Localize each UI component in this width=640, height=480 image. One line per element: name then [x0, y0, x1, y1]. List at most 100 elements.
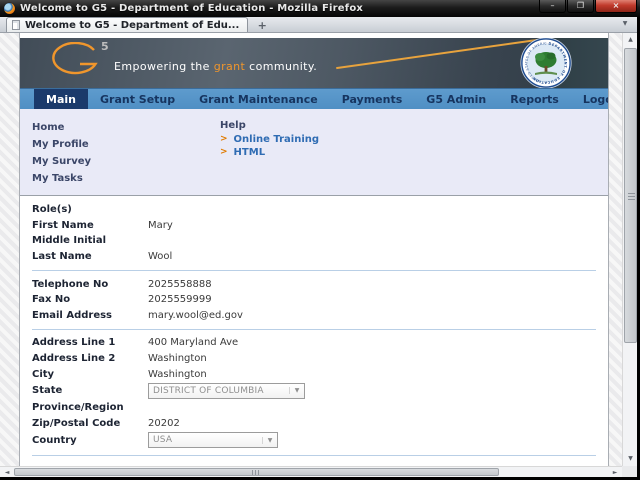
help-link-html[interactable]: > HTML — [220, 146, 319, 159]
nav-item-grant-maintenance[interactable]: Grant Maintenance — [187, 89, 330, 109]
active-tab[interactable]: Welcome to G5 - Department of Edu... — [6, 17, 248, 32]
field-label: Country — [32, 435, 148, 446]
field-value: 2025559999 — [148, 294, 212, 305]
window-title: Welcome to G5 - Department of Education … — [20, 3, 363, 14]
field-label: Address Line 2 — [32, 353, 148, 364]
menu-item-my-tasks[interactable]: My Tasks — [32, 170, 91, 187]
field-value: mary.wool@ed.gov — [148, 310, 243, 321]
new-tab-button[interactable]: + — [252, 19, 272, 31]
nav-item-reports[interactable]: Reports — [498, 89, 571, 109]
form-row-city: City Washington — [20, 366, 608, 382]
field-label: Zip/Postal Code — [32, 418, 148, 429]
vertical-scroll-thumb[interactable] — [624, 48, 637, 343]
page-viewport: 5 Empowering the grant community. DEPART… — [0, 33, 622, 466]
field-label: Last Name — [32, 251, 148, 262]
g5-banner: 5 Empowering the grant community. DEPART… — [20, 38, 608, 88]
main-navigation: Main Grant Setup Grant Maintenance Payme… — [20, 88, 608, 109]
html-link: HTML — [234, 146, 266, 159]
vertical-scrollbar[interactable]: ▲ ▼ — [622, 33, 637, 466]
browser-window: Welcome to G5 - Department of Education … — [0, 0, 640, 480]
g5-logo — [50, 42, 102, 80]
menu-panel: Home My Profile My Survey My Tasks Help … — [20, 109, 608, 196]
field-value: 2025558888 — [148, 279, 212, 290]
scroll-grip — [252, 470, 261, 475]
section-divider — [32, 329, 596, 330]
state-select[interactable]: DISTRICT OF COLUMBIA ▼ — [148, 383, 305, 399]
country-select-value: USA — [149, 435, 262, 445]
field-label: Role(s) — [32, 204, 148, 215]
form-row-address2: Address Line 2 Washington — [20, 351, 608, 367]
field-label: Address Line 1 — [32, 337, 148, 348]
scroll-right-icon[interactable]: ► — [608, 467, 622, 478]
field-label: State — [32, 385, 148, 396]
form-row-address1: Address Line 1 400 Maryland Ave — [20, 335, 608, 351]
field-label: Province/Region — [32, 402, 148, 413]
state-select-value: DISTRICT OF COLUMBIA — [149, 386, 289, 396]
field-value: 400 Maryland Ave — [148, 337, 238, 348]
field-value: Washington — [148, 353, 207, 364]
minimize-button[interactable]: – — [539, 0, 566, 13]
field-label: Middle Initial — [32, 235, 148, 246]
window-controls: – ❐ × — [538, 0, 637, 13]
field-label: Telephone No — [32, 279, 148, 290]
form-row-fax: Fax No 2025559999 — [20, 292, 608, 308]
form-row-zip: Zip/Postal Code 20202 — [20, 416, 608, 432]
nav-item-g5-admin[interactable]: G5 Admin — [414, 89, 498, 109]
form-row-email: Email Address mary.wool@ed.gov — [20, 308, 608, 324]
tagline-prefix: Empowering the — [114, 60, 214, 73]
chevron-down-icon: ▼ — [289, 387, 304, 394]
form-row-telephone: Telephone No 2025558888 — [20, 276, 608, 292]
chevron-down-icon: ▼ — [262, 437, 277, 444]
help-heading: Help — [220, 119, 319, 133]
title-bar: Welcome to G5 - Department of Education … — [0, 0, 640, 17]
profile-form: Role(s) First Name Mary Middle Initial L… — [20, 196, 608, 456]
maximize-button[interactable]: ❐ — [567, 0, 594, 13]
help-link-online-training[interactable]: > Online Training — [220, 133, 319, 146]
arrow-bullet-icon: > — [220, 146, 228, 159]
menu-item-my-profile[interactable]: My Profile — [32, 136, 91, 153]
menu-item-my-survey[interactable]: My Survey — [32, 153, 91, 170]
country-select[interactable]: USA ▼ — [148, 432, 278, 448]
form-row-country: Country USA ▼ — [20, 431, 608, 449]
scroll-down-icon[interactable]: ▼ — [623, 452, 638, 466]
department-of-education-seal-icon: DEPARTMENT OF EDUCATION UNITED STATES OF… — [520, 38, 572, 88]
form-row-province: Province/Region — [20, 400, 608, 416]
scroll-grip — [628, 192, 635, 200]
form-row-state: State DISTRICT OF COLUMBIA ▼ — [20, 382, 608, 400]
form-row-roles: Role(s) — [20, 202, 608, 218]
online-training-link: Online Training — [234, 133, 320, 146]
menu-item-home[interactable]: Home — [32, 119, 91, 136]
tagline-suffix: community. — [245, 60, 317, 73]
nav-item-grant-setup[interactable]: Grant Setup — [88, 89, 187, 109]
field-value: Washington — [148, 369, 207, 380]
scroll-left-icon[interactable]: ◄ — [0, 467, 14, 478]
section-divider — [32, 270, 596, 271]
field-label: Fax No — [32, 294, 148, 305]
field-label: First Name — [32, 220, 148, 231]
field-label: City — [32, 369, 148, 380]
banner-tagline: Empowering the grant community. — [114, 60, 317, 73]
scrollbar-corner — [622, 466, 637, 477]
page-content: 5 Empowering the grant community. DEPART… — [19, 33, 609, 466]
nav-item-main[interactable]: Main — [34, 89, 88, 109]
nav-item-logout[interactable]: Logout — [571, 89, 609, 109]
section-divider — [32, 455, 596, 456]
help-menu: Help > Online Training > HTML — [220, 119, 319, 159]
scroll-up-icon[interactable]: ▲ — [623, 33, 638, 47]
field-label: Email Address — [32, 310, 148, 321]
nav-item-payments[interactable]: Payments — [330, 89, 415, 109]
tab-list-dropdown-icon[interactable]: ▼ — [617, 18, 633, 30]
horizontal-scroll-thumb[interactable] — [14, 468, 499, 476]
arrow-bullet-icon: > — [220, 133, 228, 146]
firefox-icon — [4, 3, 15, 14]
tab-bar: Welcome to G5 - Department of Edu... + ▼ — [0, 17, 637, 33]
horizontal-scrollbar[interactable]: ◄ ► — [0, 466, 622, 477]
form-row-middle-initial: Middle Initial — [20, 233, 608, 249]
tagline-highlight: grant — [214, 60, 246, 73]
field-value: Mary — [148, 220, 173, 231]
form-row-first-name: First Name Mary — [20, 218, 608, 234]
close-button[interactable]: × — [595, 0, 637, 13]
page-icon — [12, 20, 20, 30]
g5-logo-5: 5 — [101, 40, 109, 53]
field-value: 20202 — [148, 418, 180, 429]
